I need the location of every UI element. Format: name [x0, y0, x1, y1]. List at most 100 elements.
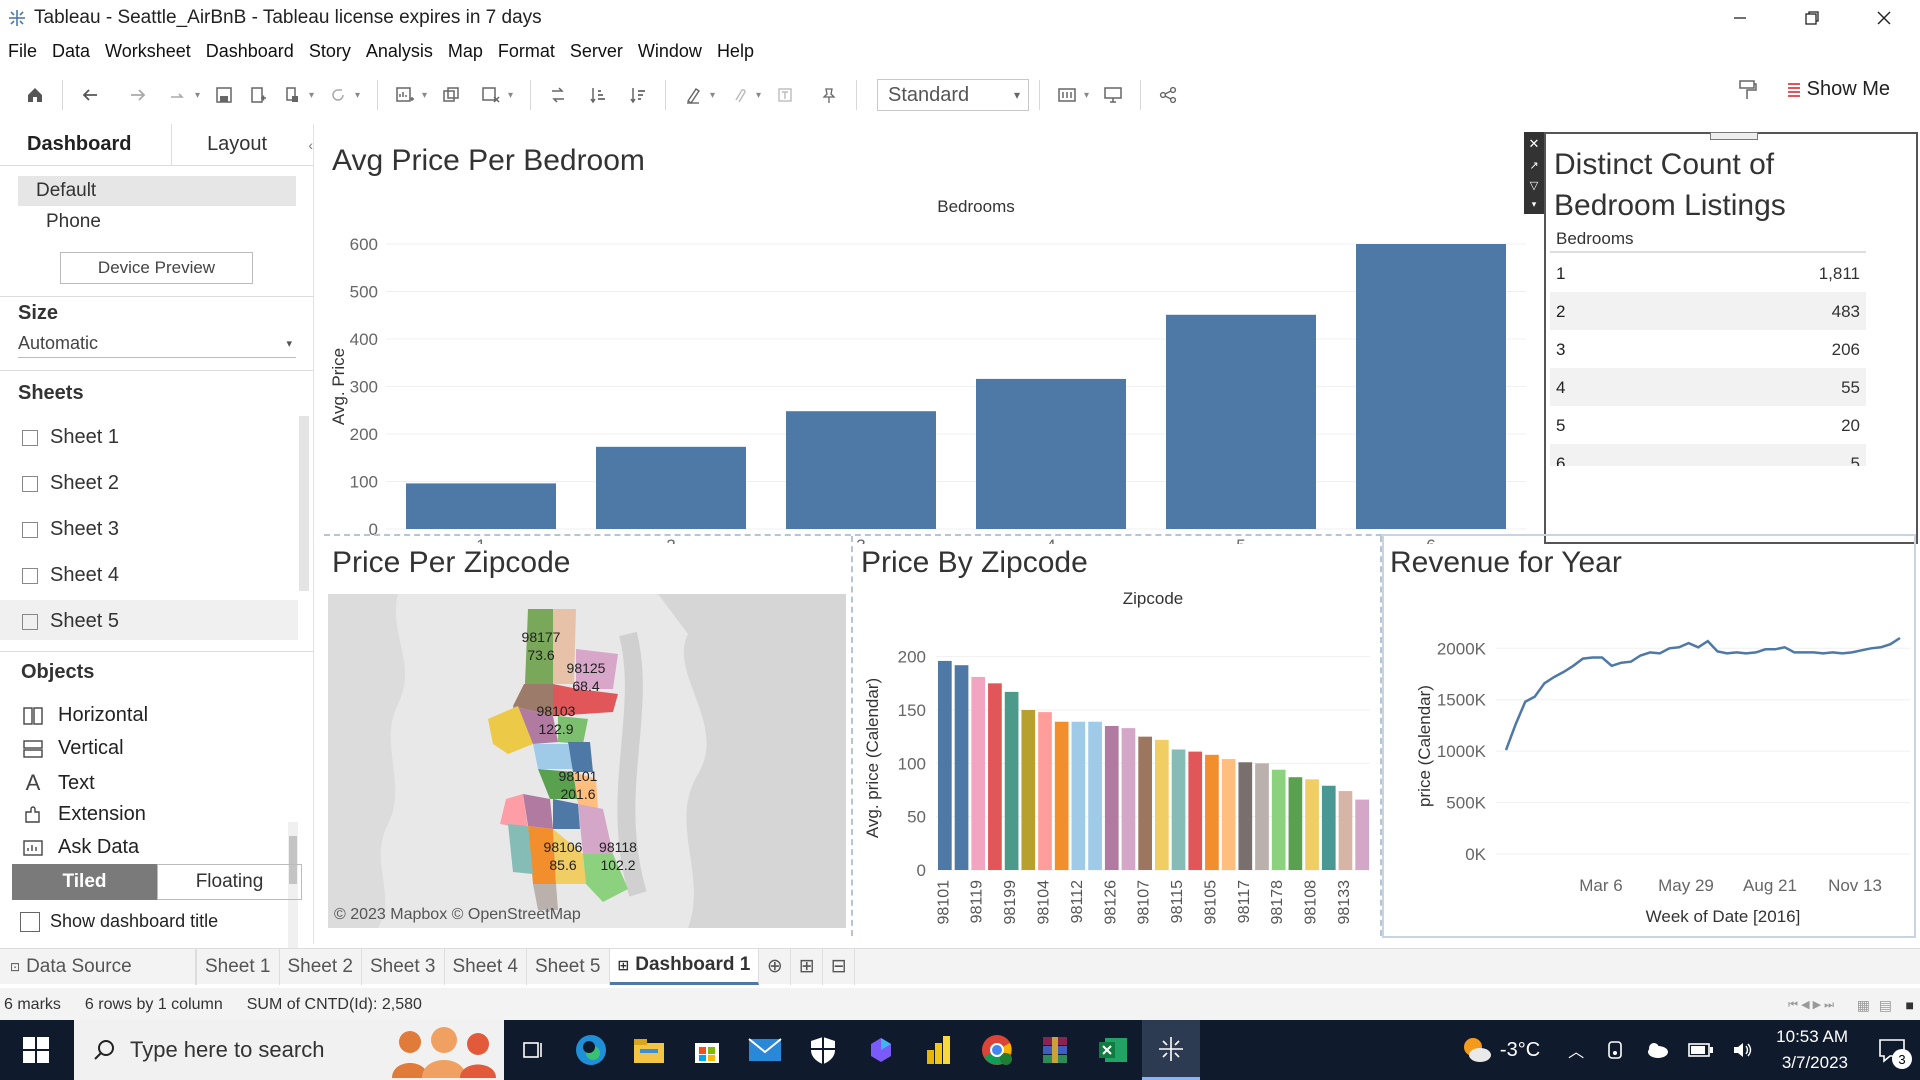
group-dropdown-icon[interactable]: ▾: [756, 90, 768, 101]
replay-dropdown-icon[interactable]: ▾: [195, 90, 207, 101]
tab-layout[interactable]: Layout: [170, 124, 303, 165]
home-icon[interactable]: [18, 78, 52, 112]
menu-worksheet[interactable]: Worksheet: [105, 41, 191, 62]
device-preview-button[interactable]: Device Preview: [60, 252, 253, 284]
winrar-icon[interactable]: [1026, 1020, 1084, 1080]
remove-icon[interactable]: ✕: [1529, 136, 1540, 152]
object-text[interactable]: A Text: [22, 770, 95, 796]
avg-price-per-bedroom-chart[interactable]: Bedrooms 0 100 200 300 400 500 600 Avg. Price 1 2 3…: [326, 184, 1536, 544]
tab-sheet-2[interactable]: Sheet 2: [280, 948, 362, 985]
chrome-icon[interactable]: [968, 1020, 1026, 1080]
copilot-icon[interactable]: [852, 1020, 910, 1080]
highlight-dropdown-icon[interactable]: ▾: [710, 90, 722, 101]
fit-select[interactable]: Standard ▾: [877, 79, 1029, 111]
new-worksheet-tab-icon[interactable]: ⊕: [759, 948, 792, 985]
clock[interactable]: 10:53 AM 3/7/2023: [1776, 1024, 1848, 1076]
taskbar-search[interactable]: Type here to search: [74, 1020, 504, 1080]
fix-axes-icon[interactable]: [812, 78, 846, 112]
format-painter-icon[interactable]: [1737, 79, 1757, 101]
tab-nav-icons[interactable]: ⏮ ◀ ▶ ⏭: [1788, 998, 1834, 1012]
microsoft-store-icon[interactable]: [678, 1020, 736, 1080]
redo-icon[interactable]: [121, 78, 155, 112]
chevron-up-icon[interactable]: ︿: [1568, 1038, 1584, 1062]
battery-icon[interactable]: [1688, 1042, 1714, 1058]
save-icon[interactable]: [207, 78, 241, 112]
highlight-icon[interactable]: [676, 78, 710, 112]
new-story-tab-icon[interactable]: ⊟: [823, 948, 856, 985]
excel-icon[interactable]: [1084, 1020, 1142, 1080]
share-icon[interactable]: [1151, 78, 1185, 112]
power-bi-icon[interactable]: [910, 1020, 968, 1080]
filmstrip-icon[interactable]: ▤: [1879, 997, 1892, 1014]
object-extension[interactable]: Extension: [22, 803, 146, 826]
refresh-icon[interactable]: [321, 78, 355, 112]
new-worksheet-dropdown-icon[interactable]: ▾: [422, 90, 434, 101]
menu-file[interactable]: File: [8, 41, 37, 62]
tab-dashboard-1[interactable]: ⊞ Dashboard 1: [609, 948, 760, 985]
show-title-checkbox[interactable]: Show dashboard title: [20, 911, 218, 932]
tab-sheet-5[interactable]: Sheet 5: [527, 948, 610, 985]
map-view[interactable]: 98177 73.6 98125 68.4 98103 122.9 98101 201.6 98…: [328, 594, 846, 928]
tab-dashboard[interactable]: Dashboard: [0, 124, 171, 165]
menu-analysis[interactable]: Analysis: [366, 41, 433, 62]
sheets-scrollbar[interactable]: [299, 416, 309, 591]
tiled-toggle[interactable]: Tiled: [12, 864, 157, 900]
tab-sheet-3[interactable]: Sheet 3: [362, 948, 445, 985]
swap-icon[interactable]: [541, 78, 575, 112]
menu-story[interactable]: Story: [309, 41, 351, 62]
menu-data[interactable]: Data: [52, 41, 90, 62]
tabs-view-icon[interactable]: ■: [1906, 997, 1914, 1013]
floating-toggle[interactable]: Floating: [157, 864, 302, 900]
show-cards-icon[interactable]: [1050, 78, 1084, 112]
new-datasource-icon[interactable]: [241, 78, 275, 112]
close-button[interactable]: [1848, 0, 1920, 36]
revenue-for-year-chart[interactable]: 0K 500K 1000K 1500K 2000K price (Calendar) Mar…: [1386, 584, 1914, 934]
volume-icon[interactable]: [1732, 1040, 1754, 1060]
sort-descending-icon[interactable]: [621, 78, 655, 112]
object-ask-data[interactable]: Ask Data: [22, 836, 139, 859]
group-members-icon[interactable]: [722, 78, 756, 112]
tableau-taskbar-icon[interactable]: [1142, 1020, 1200, 1080]
refresh-dropdown-icon[interactable]: ▾: [355, 90, 367, 101]
pause-updates-icon[interactable]: [275, 78, 309, 112]
replay-icon[interactable]: [161, 78, 195, 112]
presentation-mode-icon[interactable]: [1096, 78, 1130, 112]
mail-icon[interactable]: [736, 1020, 794, 1080]
menu-help[interactable]: Help: [717, 41, 754, 62]
more-options-icon[interactable]: ▾: [1532, 199, 1537, 210]
notifications-button[interactable]: 3: [1878, 1037, 1912, 1069]
size-select[interactable]: Automatic ▾: [18, 330, 296, 358]
meet-now-icon[interactable]: [1606, 1040, 1626, 1060]
object-vertical[interactable]: Vertical: [22, 737, 124, 760]
new-dashboard-tab-icon[interactable]: ⊞: [791, 948, 824, 985]
clear-dropdown-icon[interactable]: ▾: [508, 90, 520, 101]
price-by-zipcode-chart[interactable]: Zipcode 0 50 100 150 200 Avg. price (Calendar)…: [856, 584, 1376, 934]
weather-icon[interactable]: [1460, 1035, 1494, 1065]
pause-dropdown-icon[interactable]: ▾: [309, 90, 321, 101]
sheet-item-3[interactable]: Sheet 3: [22, 518, 119, 541]
sheet-item-1[interactable]: Sheet 1: [22, 426, 119, 449]
restore-button[interactable]: [1776, 0, 1848, 36]
device-phone[interactable]: Phone: [46, 211, 101, 233]
menu-server[interactable]: Server: [570, 41, 623, 62]
clear-sheet-icon[interactable]: [474, 78, 508, 112]
object-horizontal[interactable]: Horizontal: [22, 704, 148, 727]
edge-icon[interactable]: [562, 1020, 620, 1080]
text-table-zone[interactable]: Distinct Count of Bedroom Listings Bedro…: [1544, 132, 1918, 544]
undo-icon[interactable]: [73, 78, 107, 112]
tab-data-source[interactable]: ⊡ Data Source: [0, 948, 196, 985]
go-to-sheet-icon[interactable]: ↗: [1529, 159, 1538, 172]
show-cards-dropdown-icon[interactable]: ▾: [1084, 90, 1096, 101]
sheet-item-2[interactable]: Sheet 2: [22, 472, 119, 495]
tab-sheet-1[interactable]: Sheet 1: [196, 948, 280, 985]
duplicate-icon[interactable]: [434, 78, 468, 112]
bedroom-count-table[interactable]: Bedrooms1 1,8112 4833 2064 555 206 5: [1546, 226, 1916, 466]
task-view-icon[interactable]: [504, 1020, 562, 1080]
temperature[interactable]: -3°C: [1500, 1039, 1540, 1062]
zone-grip[interactable]: [1710, 132, 1758, 140]
file-explorer-icon[interactable]: [620, 1020, 678, 1080]
new-worksheet-icon[interactable]: [388, 78, 422, 112]
filter-icon[interactable]: ▽: [1530, 179, 1538, 192]
menu-map[interactable]: Map: [448, 41, 483, 62]
collapse-pane-icon[interactable]: ‹: [302, 124, 313, 165]
